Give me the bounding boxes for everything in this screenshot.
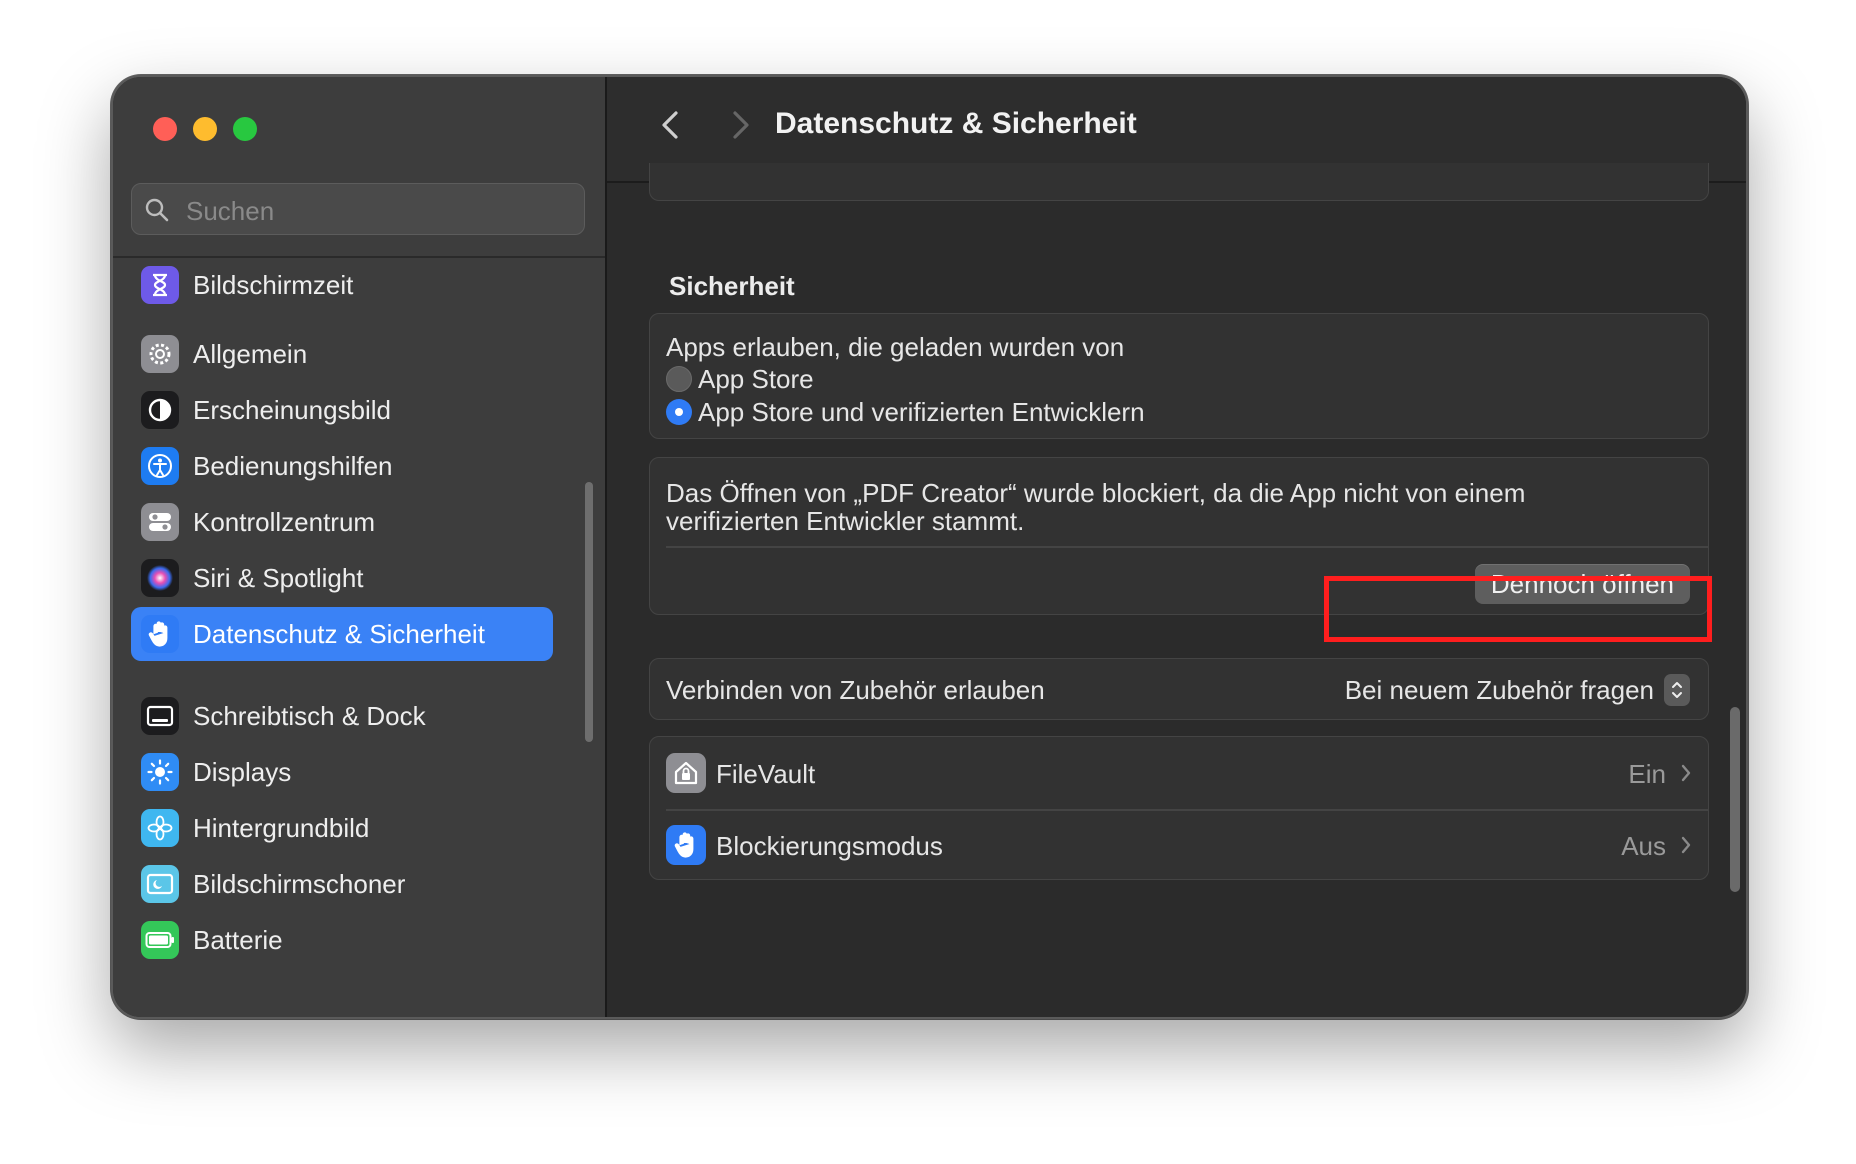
house-lock-icon xyxy=(666,753,706,793)
filevault-row[interactable]: FileVault Ein xyxy=(650,737,1708,809)
sidebar-item-label: Bildschirmzeit xyxy=(193,269,354,300)
system-settings-window: Suchen Bildschirmzeit Allgemein Erschein… xyxy=(111,75,1748,1019)
accessories-popup-value[interactable]: Bei neuem Zubehör fragen xyxy=(1345,675,1654,706)
popup-stepper-icon[interactable] xyxy=(1664,674,1690,706)
sidebar-item-label: Bedienungshilfen xyxy=(193,450,393,481)
sidebar-item-bedienungshilfen[interactable]: Bedienungshilfen xyxy=(131,439,553,493)
radio-app-store-verified[interactable] xyxy=(666,399,692,425)
sidebar-item-schreibtisch-dock[interactable]: Schreibtisch & Dock xyxy=(131,689,553,743)
sidebar-item-hintergrundbild[interactable]: Hintergrundbild xyxy=(131,801,553,855)
sidebar-item-bildschirmzeit[interactable]: Bildschirmzeit xyxy=(131,258,553,312)
sidebar-item-batterie[interactable]: Batterie xyxy=(131,913,553,967)
main-pane: Datenschutz & Sicherheit Sicherheit Apps… xyxy=(607,77,1746,1017)
sidebar-item-siri-spotlight[interactable]: Siri & Spotlight xyxy=(131,551,553,605)
sidebar-item-label: Kontrollzentrum xyxy=(193,506,376,537)
search-field[interactable]: Suchen xyxy=(131,183,585,235)
section-title: Sicherheit xyxy=(669,271,795,301)
minimize-button[interactable] xyxy=(193,117,217,141)
sidebar-item-displays[interactable]: Displays xyxy=(131,745,553,799)
accessories-label: Verbinden von Zubehör erlauben xyxy=(666,675,1045,705)
apps-allowed-card: Apps erlauben, die geladen wurden von Ap… xyxy=(649,313,1709,439)
sidebar-item-label: Displays xyxy=(193,756,292,787)
sidebar-item-label: Schreibtisch & Dock xyxy=(193,700,426,731)
chevron-right-icon xyxy=(1681,836,1691,854)
highlight-box xyxy=(1324,576,1712,642)
radio-app-store[interactable] xyxy=(666,366,692,392)
sun-icon xyxy=(141,753,179,791)
filevault-value: Ein xyxy=(1628,759,1666,789)
sidebar-scrollbar[interactable] xyxy=(585,482,593,742)
search-icon xyxy=(145,198,169,222)
siri-icon xyxy=(141,559,179,597)
sidebar-item-bildschirmschoner[interactable]: Bildschirmschoner xyxy=(131,857,553,911)
sidebar-item-allgemein[interactable]: Allgemein xyxy=(131,327,553,381)
sidebar-item-kontrollzentrum[interactable]: Kontrollzentrum xyxy=(131,495,553,549)
sidebar-item-datenschutz-sicherheit[interactable]: Datenschutz & Sicherheit xyxy=(131,607,553,661)
sidebar-item-label: Datenschutz & Sicherheit xyxy=(193,618,485,649)
toggles-icon xyxy=(141,503,179,541)
gear-icon xyxy=(141,335,179,373)
window-controls xyxy=(153,117,257,141)
chevron-right-icon xyxy=(733,111,749,139)
sidebar-item-label: Bildschirmschoner xyxy=(193,868,406,899)
main-scrollbar[interactable] xyxy=(1730,707,1740,892)
search-placeholder: Suchen xyxy=(186,196,275,226)
sidebar-item-label: Siri & Spotlight xyxy=(193,562,364,593)
lockdown-mode-value: Aus xyxy=(1621,831,1666,861)
close-button[interactable] xyxy=(153,117,177,141)
lockdown-mode-label: Blockierungsmodus xyxy=(716,831,943,861)
page-title: Datenschutz & Sicherheit xyxy=(775,107,1137,140)
appearance-icon xyxy=(141,391,179,429)
accessibility-icon xyxy=(141,447,179,485)
blocked-message-line1: Das Öffnen von „PDF Creator“ wurde block… xyxy=(666,478,1526,508)
back-button[interactable] xyxy=(651,105,691,145)
previous-card-edge xyxy=(649,163,1709,201)
radio-label: App Store und verifizierten Entwicklern xyxy=(698,397,1145,427)
hand-icon xyxy=(141,615,179,653)
chevron-left-icon xyxy=(662,111,678,139)
lockdown-mode-row[interactable]: Blockierungsmodus Aus xyxy=(650,809,1708,881)
sidebar-item-label: Allgemein xyxy=(193,338,308,369)
flower-icon xyxy=(141,809,179,847)
settings-content: Sicherheit Apps erlauben, die geladen wu… xyxy=(607,163,1746,1017)
hourglass-icon xyxy=(141,266,179,304)
hand-icon xyxy=(666,825,706,865)
dock-icon xyxy=(141,697,179,735)
blocked-message-line2: verifizierten Entwickler stammt. xyxy=(666,506,1025,536)
sidebar: Suchen Bildschirmzeit Allgemein Erschein… xyxy=(113,77,607,1017)
filevault-label: FileVault xyxy=(716,759,816,789)
sidebar-item-label: Erscheinungsbild xyxy=(193,394,392,425)
sidebar-item-label: Batterie xyxy=(193,924,283,955)
battery-icon xyxy=(141,921,179,959)
chevron-right-icon xyxy=(1681,764,1691,782)
security-rows-card: FileVault Ein Blockierungsmodus Aus xyxy=(649,736,1709,880)
sidebar-item-erscheinungsbild[interactable]: Erscheinungsbild xyxy=(131,383,553,437)
screensaver-icon xyxy=(141,865,179,903)
card-divider xyxy=(666,546,1708,548)
forward-button[interactable] xyxy=(720,105,760,145)
accessories-card: Verbinden von Zubehör erlauben Bei neuem… xyxy=(649,658,1709,720)
radio-label: App Store xyxy=(698,364,814,394)
sidebar-item-label: Hintergrundbild xyxy=(193,812,370,843)
zoom-button[interactable] xyxy=(233,117,257,141)
apps-allowed-heading: Apps erlauben, die geladen wurden von xyxy=(666,332,1125,362)
